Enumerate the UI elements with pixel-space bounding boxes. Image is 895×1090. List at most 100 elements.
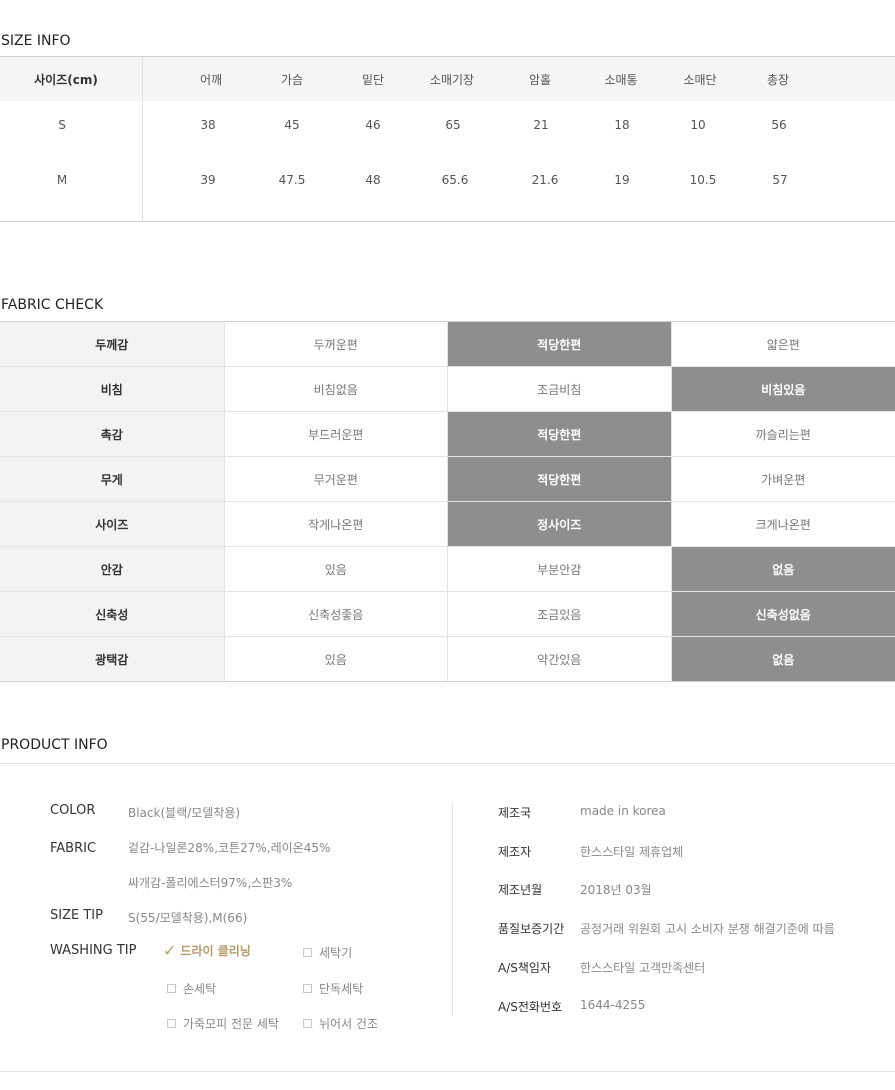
size-header-cell: 가슴: [280, 73, 304, 87]
fabric-option: 조금비침: [448, 367, 672, 411]
washing-option: 뉘어서 건조: [303, 1015, 378, 1032]
color-label: COLOR: [50, 803, 96, 818]
size-cell: 46: [365, 118, 381, 132]
size-cell: M: [56, 173, 68, 187]
manufacture-country-label: 제조국: [498, 806, 532, 820]
fabric-check-title: FABRIC CHECK: [1, 297, 104, 313]
size-cell: 48: [365, 173, 381, 187]
fabric-row-label: 광택감: [0, 637, 225, 681]
product-info-title: PRODUCT INFO: [1, 737, 108, 753]
fabric-option: 적당한편: [448, 412, 672, 456]
size-cell: 45: [284, 118, 300, 132]
size-cell: 21: [533, 118, 549, 132]
checkbox-icon: [303, 1019, 312, 1028]
washing-option: ✓ 드라이 클리닝: [163, 942, 251, 959]
as-manager-label: A/S책임자: [498, 961, 551, 975]
fabric-option: 없음: [671, 547, 895, 591]
size-tip-label: SIZE TIP: [50, 908, 103, 923]
size-table-divider: [142, 57, 143, 222]
table-row: 안감 있음 부분안감 없음: [0, 547, 895, 592]
fabric-option: 조금있음: [448, 592, 672, 636]
manufacturer-label: 제조자: [498, 845, 532, 859]
size-info-table: 사이즈(cm) 어깨 가슴 밑단 소매기장 암홀 소매통 소매단 총장 S 38…: [0, 56, 895, 222]
washing-option: 세탁기: [303, 944, 352, 961]
fabric-option: 있음: [225, 547, 448, 591]
fabric-option: 크게나온편: [755, 517, 811, 532]
size-header-cell: 소매단: [683, 73, 717, 87]
fabric-row-label: 무게: [0, 457, 225, 501]
table-row: 두께감 두꺼운편 적당한편 얇은편: [0, 322, 895, 367]
check-icon: ✓: [163, 940, 177, 960]
fabric-option: 약간있음: [448, 637, 672, 681]
fabric-option: 두꺼운편: [225, 322, 448, 366]
fabric-value: 싸개감-폴리에스터97%,스판3%: [128, 876, 293, 890]
fabric-option: 신축성없음: [671, 592, 895, 636]
table-row: 광택감 있음 약간있음 없음: [0, 637, 895, 681]
fabric-check-table: 두께감 두꺼운편 적당한편 얇은편 비침 비침없음 조금비침 비침있음 촉감 부…: [0, 321, 895, 682]
size-cell: 10: [690, 118, 706, 132]
washing-option-label: 뉘어서 건조: [319, 1017, 379, 1031]
fabric-option: 까슬리는편: [755, 427, 811, 442]
size-cell: S: [58, 118, 66, 132]
manufacture-date-label: 제조년월: [498, 883, 543, 897]
washing-option-label: 단독세탁: [319, 982, 364, 996]
fabric-option: 비침없음: [225, 367, 448, 411]
fabric-option: 비침있음: [671, 367, 895, 411]
table-row: 촉감 부드러운편 적당한편 까슬리는편: [0, 412, 895, 457]
table-row: 비침 비침없음 조금비침 비침있음: [0, 367, 895, 412]
color-value: Black(블랙/모델착용): [128, 806, 241, 820]
washing-option-label: 가죽모피 전문 세탁: [183, 1017, 279, 1031]
checkbox-icon: [167, 1019, 176, 1028]
fabric-option: 작게나온편: [225, 502, 448, 546]
fabric-option: 정사이즈: [448, 502, 672, 546]
size-cell: 21.6: [531, 173, 559, 187]
warranty-value: 공정거래 위원회 고시 소비자 분쟁 해결기준에 따름: [580, 922, 835, 936]
washing-option: 가죽모피 전문 세탁: [167, 1015, 279, 1032]
size-header-cell: 밑단: [361, 73, 385, 87]
fabric-option: 얇은편: [766, 337, 800, 352]
manufacture-country-value: made in korea: [580, 804, 666, 818]
divider: [0, 763, 895, 764]
fabric-option: 적당한편: [448, 457, 672, 501]
fabric-option: 적당한편: [448, 322, 672, 366]
size-info-title: SIZE INFO: [1, 33, 71, 49]
size-cell: 38: [200, 118, 216, 132]
fabric-value: 겉감-나일론28%,코튼27%,레이온45%: [128, 841, 331, 855]
table-row: 신축성 신축성좋음 조금있음 신축성없음: [0, 592, 895, 637]
fabric-option: 무거운편: [225, 457, 448, 501]
washing-option-label: 손세탁: [183, 982, 217, 996]
table-row: 무게 무거운편 적당한편 가벼운편: [0, 457, 895, 502]
size-cell: 57: [772, 173, 788, 187]
as-phone-value: 1644-4255: [580, 998, 646, 1012]
size-cell: 39: [200, 173, 216, 187]
fabric-row-label: 비침: [0, 367, 225, 411]
size-cell: 19: [614, 173, 630, 187]
washing-option-label: 드라이 클리닝: [180, 944, 251, 958]
divider: [452, 803, 453, 1015]
fabric-option: 부분안감: [448, 547, 672, 591]
divider: [0, 1071, 895, 1072]
table-row: 사이즈 작게나온편 정사이즈 크게나온편: [0, 502, 895, 547]
washing-option: 단독세탁: [303, 980, 363, 997]
size-cell: 56: [771, 118, 787, 132]
size-cell: 10.5: [689, 173, 717, 187]
fabric-row-label: 안감: [0, 547, 225, 591]
checkbox-icon: [167, 984, 176, 993]
size-table-header: 사이즈(cm) 어깨 가슴 밑단 소매기장 암홀 소매통 소매단 총장: [0, 57, 895, 101]
size-tip-value: S(55/모델착용),M(66): [128, 911, 248, 925]
size-cell: 18: [614, 118, 630, 132]
fabric-row-label: 사이즈: [0, 502, 225, 546]
fabric-option: 부드러운편: [225, 412, 448, 456]
fabric-option: 있음: [225, 637, 448, 681]
size-header-cell: 소매통: [604, 73, 638, 87]
size-header-cell: 소매기장: [429, 73, 475, 87]
checkbox-icon: [303, 948, 312, 957]
size-cell: 47.5: [278, 173, 306, 187]
fabric-row-label: 촉감: [0, 412, 225, 456]
size-header-cell: 어깨: [199, 73, 223, 87]
size-cell: 65.6: [441, 173, 469, 187]
as-phone-label: A/S전화번호: [498, 1000, 563, 1014]
fabric-row-label: 신축성: [0, 592, 225, 636]
manufacturer-value: 한스스타일 제휴업체: [580, 845, 684, 859]
size-header-cell: 암홀: [528, 73, 552, 87]
